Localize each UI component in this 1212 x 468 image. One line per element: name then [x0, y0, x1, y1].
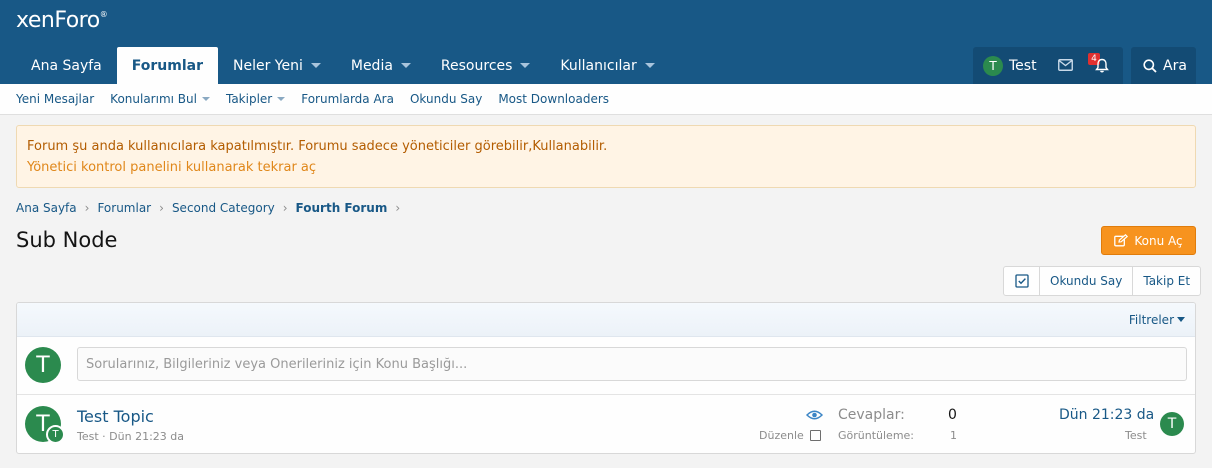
replies-count: 0: [948, 407, 957, 423]
last-poster-name[interactable]: Test: [1125, 429, 1147, 442]
site-header: xenForo® Ana Sayfa Forumlar Neler Yeni M…: [0, 0, 1212, 84]
user-bar: T Test 4: [973, 47, 1123, 84]
subnav-most-downloaders[interactable]: Most Downloaders: [498, 92, 609, 106]
search-button[interactable]: Ara: [1131, 47, 1196, 84]
nav-tab-label: Resources: [440, 57, 513, 74]
subnav-label: Forumlarda Ara: [301, 92, 394, 106]
site-logo[interactable]: xenForo®: [16, 8, 108, 40]
mail-icon[interactable]: [1058, 59, 1073, 71]
nav-tab-whats-new[interactable]: Neler Yeni: [218, 47, 336, 84]
nav-tab-resources[interactable]: Resources: [426, 47, 546, 84]
last-poster-avatar[interactable]: T: [46, 425, 65, 444]
reopen-forum-link[interactable]: Yönetici kontrol panelini kullanarak tek…: [27, 157, 1185, 178]
breadcrumb-item[interactable]: Forumlar: [97, 201, 151, 215]
last-post-date[interactable]: Dün 21:23 da: [1059, 407, 1154, 423]
checkbox-icon: [1014, 274, 1029, 288]
thread-list: Filtreler T T T Test Topic Test · Dün 21…: [16, 302, 1196, 454]
filters-label: Filtreler: [1128, 312, 1174, 327]
avatar[interactable]: T: [983, 55, 1003, 76]
thread-starter[interactable]: Test: [77, 430, 99, 443]
logo-registered-mark: ®: [99, 10, 108, 19]
chevron-down-icon[interactable]: [400, 63, 411, 68]
nav-tab-media[interactable]: Media: [336, 47, 426, 84]
search-icon: [1143, 58, 1157, 73]
chevron-right-icon: ›: [84, 201, 90, 215]
forum-closed-notice: Forum şu anda kullanıcılara kapatılmıştı…: [16, 125, 1196, 188]
forum-actions: Okundu Say Takip Et: [1003, 266, 1202, 296]
subnav-watched[interactable]: Takipler: [225, 92, 286, 106]
chevron-right-icon: ›: [395, 201, 401, 215]
chevron-down-icon[interactable]: [310, 63, 321, 68]
nav-tab-label: Ana Sayfa: [31, 57, 102, 74]
quick-thread-row: T: [17, 337, 1195, 395]
views-label: Görüntüleme:: [838, 429, 915, 442]
subnav-new-posts[interactable]: Yeni Mesajlar: [16, 92, 94, 106]
filters-button[interactable]: Filtreler: [1129, 313, 1185, 327]
nav-tab-home[interactable]: Ana Sayfa: [16, 47, 117, 84]
edit-icon: [1114, 234, 1129, 247]
thread-title-link[interactable]: Test Topic: [77, 407, 154, 426]
chevron-right-icon: ›: [282, 201, 288, 215]
nav-tab-label: Neler Yeni: [232, 57, 303, 74]
nav-tab-label: Forumlar: [131, 57, 203, 74]
table-row: T T Test Topic Test · Dün 21:23 da Düzen…: [17, 395, 1195, 453]
watch-forum-button[interactable]: Takip Et: [1132, 267, 1200, 295]
edit-label: Düzenle: [759, 429, 804, 442]
select-thread-checkbox[interactable]: [810, 430, 821, 441]
bell-icon[interactable]: [1095, 58, 1109, 73]
eye-icon: [806, 410, 823, 420]
breadcrumb-item[interactable]: Fourth Forum: [296, 201, 388, 215]
chevron-down-icon[interactable]: [520, 63, 531, 68]
quick-thread-title-input[interactable]: [77, 347, 1187, 381]
chevron-down-icon[interactable]: [644, 63, 655, 68]
avatar[interactable]: T: [25, 347, 61, 383]
nav-tab-label: Media: [350, 57, 393, 74]
logo-text: xenForo: [16, 8, 100, 33]
subnav-mark-read[interactable]: Okundu Say: [410, 92, 482, 106]
chevron-down-icon[interactable]: [277, 97, 286, 101]
mark-read-button[interactable]: Okundu Say: [1039, 267, 1132, 295]
subnav-search-forums[interactable]: Forumlarda Ara: [301, 92, 394, 106]
subnav-label: Yeni Mesajlar: [16, 92, 95, 106]
chevron-down-icon: [1177, 317, 1185, 322]
thread-start-date[interactable]: Dün 21:23 da: [109, 430, 184, 443]
chevron-down-icon[interactable]: [201, 97, 210, 101]
subnav-label: Konularımı Bul: [110, 92, 197, 106]
chevron-right-icon: ›: [159, 201, 164, 215]
views-count: 1: [950, 429, 957, 442]
select-threads-button[interactable]: [1004, 267, 1039, 295]
post-thread-label: Konu Aç: [1134, 233, 1183, 248]
subnav-label: Most Downloaders: [498, 92, 610, 106]
notice-text: Forum şu anda kullanıcılara kapatılmıştı…: [27, 139, 608, 154]
page-title: Sub Node: [16, 228, 118, 252]
post-thread-button[interactable]: Konu Aç: [1101, 226, 1196, 255]
filter-bar: Filtreler: [17, 303, 1195, 337]
nav-tab-label: Kullanıcılar: [560, 57, 637, 74]
replies-label: Cevaplar:: [838, 407, 905, 423]
nav-tab-members[interactable]: Kullanıcılar: [545, 47, 669, 84]
subnav-find-threads[interactable]: Konularımı Bul: [110, 92, 210, 106]
breadcrumb-item[interactable]: Second Category: [172, 201, 275, 215]
search-label: Ara: [1163, 57, 1187, 74]
sub-nav: Yeni Mesajlar Konularımı Bul Takipler Fo…: [0, 84, 1212, 115]
thread-meta: Test · Dün 21:23 da: [77, 430, 185, 443]
nav-tab-forums[interactable]: Forumlar: [116, 47, 218, 84]
subnav-label: Takipler: [225, 92, 273, 106]
breadcrumb: Ana Sayfa › Forumlar › Second Category ›…: [16, 201, 408, 215]
main-nav: Ana Sayfa Forumlar Neler Yeni Media Reso…: [16, 47, 670, 84]
subnav-label: Okundu Say: [409, 92, 483, 106]
account-link[interactable]: Test: [1009, 58, 1037, 74]
breadcrumb-item[interactable]: Ana Sayfa: [16, 201, 77, 215]
avatar[interactable]: T: [1160, 412, 1184, 436]
